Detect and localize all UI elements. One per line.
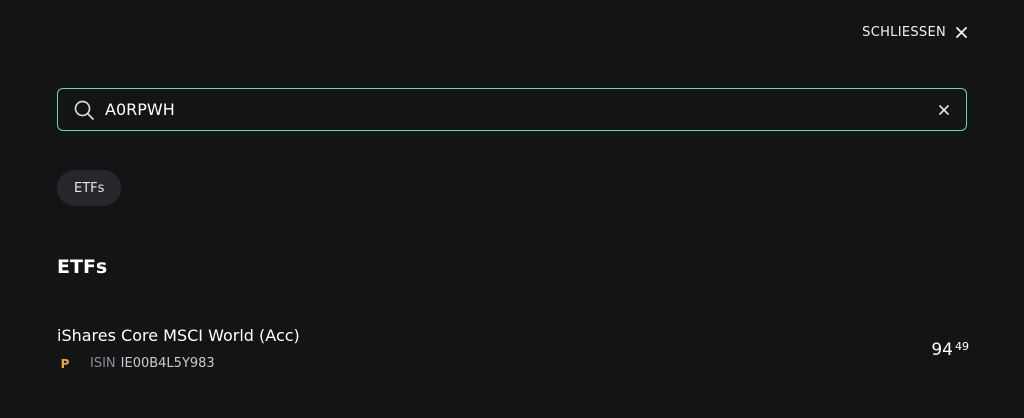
exchange-badge: P — [60, 356, 70, 371]
isin-label: ISIN — [90, 356, 116, 371]
filter-chip-label: ETFs — [74, 180, 105, 196]
close-label: SCHLIESSEN — [862, 24, 946, 40]
result-meta: P ISIN IE00B4L5Y983 — [57, 356, 215, 371]
price-cents: 49 — [955, 340, 969, 353]
isin-value: IE00B4L5Y983 — [120, 356, 215, 371]
search-input[interactable] — [105, 94, 936, 125]
result-row[interactable]: iShares Core MSCI World (Acc) P ISIN IE0… — [57, 322, 969, 382]
section-title-etfs: ETFs — [57, 256, 108, 278]
close-button[interactable]: SCHLIESSEN — [862, 20, 968, 44]
filter-chip-etfs[interactable]: ETFs — [57, 170, 122, 206]
search-icon — [72, 98, 96, 122]
search-box[interactable] — [57, 88, 967, 131]
search-overlay: SCHLIESSEN ETFs ETFs iShares Core MSCI W… — [0, 0, 1024, 418]
price-main: 94 — [931, 340, 953, 360]
clear-icon[interactable] — [936, 102, 952, 118]
result-name: iShares Core MSCI World (Acc) — [57, 326, 300, 345]
close-icon — [954, 25, 968, 39]
price: 94 49 — [931, 340, 969, 360]
